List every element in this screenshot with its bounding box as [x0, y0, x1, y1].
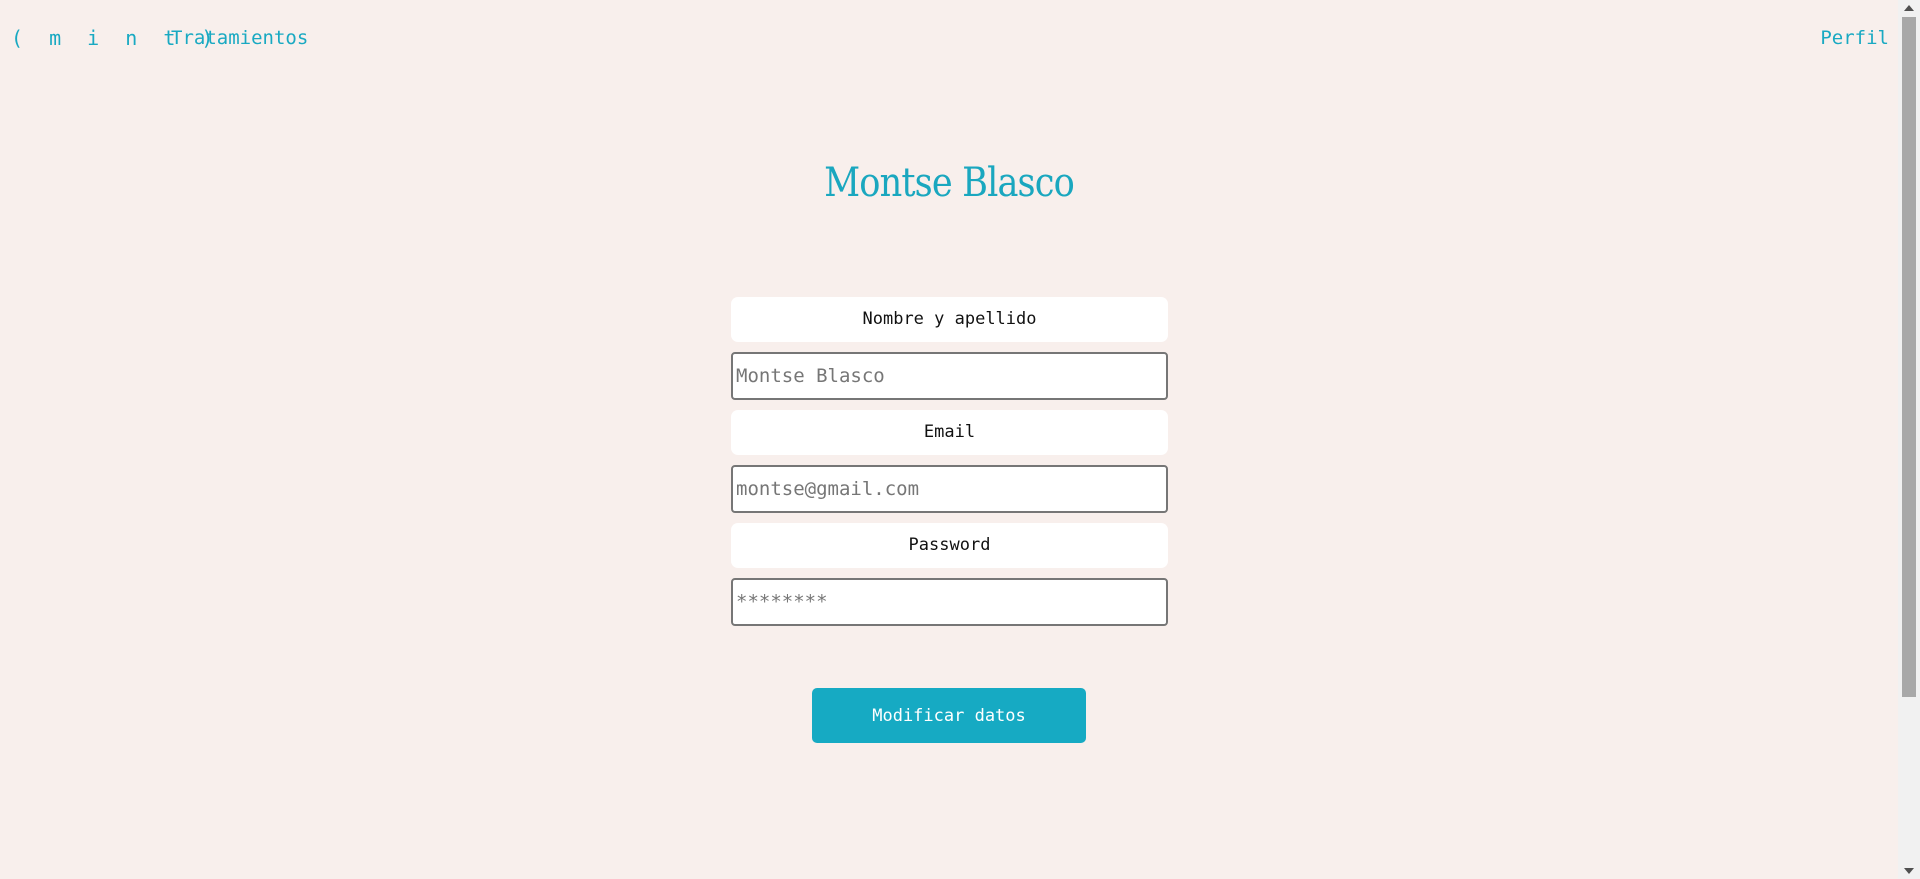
scroll-up-icon[interactable]: [1904, 5, 1914, 11]
top-nav: ( m i n t ) Tratamientos Perfil: [0, 0, 1898, 76]
email-label: Email: [731, 410, 1168, 455]
scroll-down-icon[interactable]: [1904, 868, 1914, 874]
page-scrollbar[interactable]: [1898, 0, 1920, 879]
modify-data-button[interactable]: Modificar datos: [812, 688, 1086, 743]
password-input[interactable]: [731, 578, 1168, 626]
profile-name-title: Montse Blasco: [824, 160, 1075, 206]
name-input[interactable]: [731, 352, 1168, 400]
profile-form: Nombre y apellido Email Password: [731, 297, 1168, 636]
password-label: Password: [731, 523, 1168, 568]
scrollbar-thumb[interactable]: [1902, 17, 1916, 697]
nav-link-treatments[interactable]: Tratamientos: [171, 27, 308, 49]
profile-page: ( m i n t ) Tratamientos Perfil Montse B…: [0, 0, 1920, 879]
name-label: Nombre y apellido: [731, 297, 1168, 342]
email-input[interactable]: [731, 465, 1168, 513]
nav-link-profile[interactable]: Perfil: [1820, 27, 1889, 49]
